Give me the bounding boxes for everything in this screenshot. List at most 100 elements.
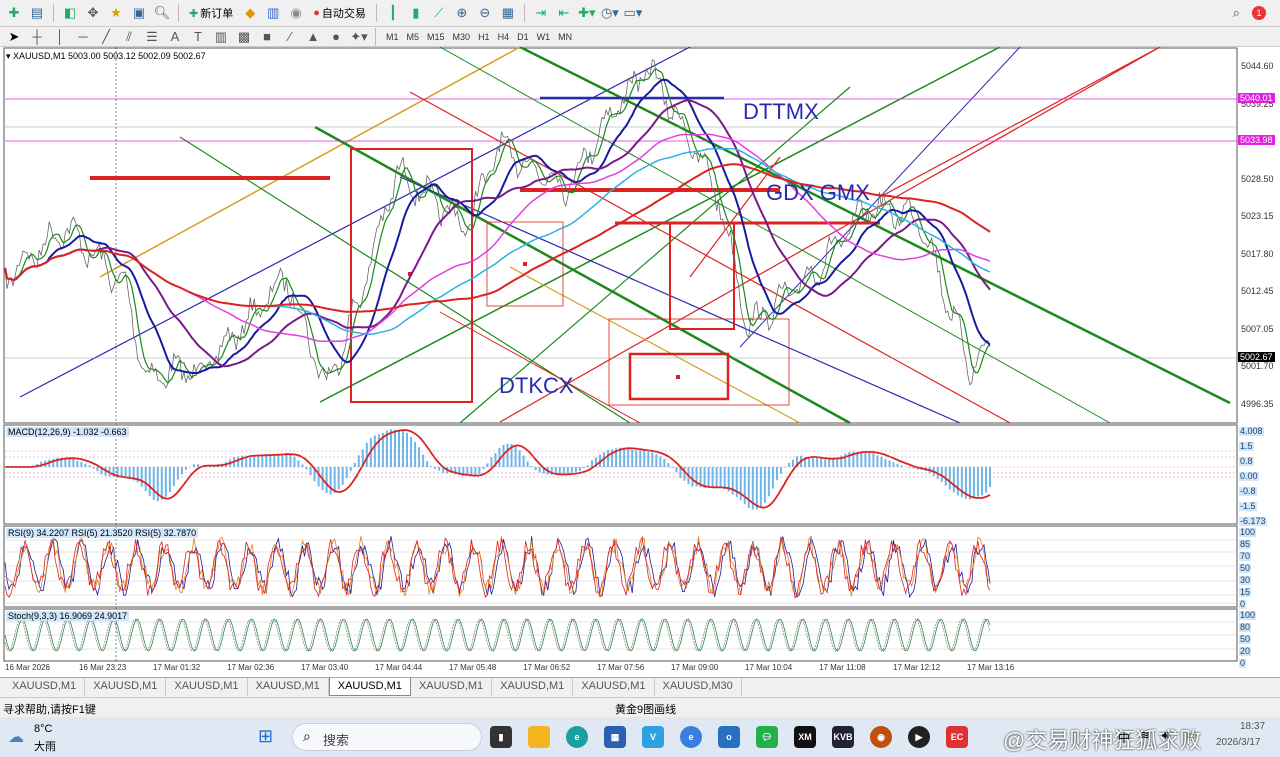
timeframe-m5[interactable]: M5 xyxy=(403,32,424,42)
annotation-dttmx[interactable]: DTTMX xyxy=(743,99,819,125)
tester-icon[interactable]: 🔍︎ xyxy=(152,4,172,22)
timeframe-h4[interactable]: H4 xyxy=(494,32,514,42)
wechat-icon[interactable]: 💬︎ xyxy=(756,726,778,748)
text-label-icon[interactable]: T xyxy=(188,28,208,46)
time-tick: 17 Mar 05:48 xyxy=(449,663,497,672)
triangle-icon[interactable]: ▲ xyxy=(303,28,323,46)
chart-tab[interactable]: XAUUSD,M1 xyxy=(328,678,411,696)
price-tick: 5023.15 xyxy=(1241,211,1274,221)
gann-icon[interactable]: ⁄ xyxy=(280,28,300,46)
chart-tab[interactable]: XAUUSD,M30 xyxy=(655,678,742,696)
rsi-tick: 0 xyxy=(1239,599,1247,609)
candle-chart-icon[interactable]: ▮ xyxy=(406,4,426,22)
chart-tab[interactable]: XAUUSD,M1 xyxy=(248,678,329,696)
ellipse-icon[interactable]: ● xyxy=(326,28,346,46)
vertical-line-icon[interactable]: │ xyxy=(50,28,70,46)
status-profile: 黄金9图画线 xyxy=(615,704,677,716)
timeframe-h1[interactable]: H1 xyxy=(474,32,494,42)
terminal-icon[interactable]: ▣ xyxy=(129,4,149,22)
chart-tab[interactable]: XAUUSD,M1 xyxy=(166,678,248,696)
pane-frame xyxy=(3,424,1238,525)
taskbar-search[interactable]: ⌕ 搜索 xyxy=(292,723,482,751)
app-icon-v[interactable]: V xyxy=(642,726,664,748)
cursor-icon[interactable]: ➤ xyxy=(4,28,24,46)
file-explorer-icon[interactable] xyxy=(528,726,550,748)
trendline-icon[interactable]: ╱ xyxy=(96,28,116,46)
volume-icon[interactable]: 🔊︎ xyxy=(1162,728,1170,743)
edge-icon[interactable]: e xyxy=(566,726,588,748)
rectangle-icon[interactable]: ■ xyxy=(257,28,277,46)
annotation-gdx-gmx[interactable]: GDX GMX xyxy=(766,180,870,206)
line-chart-icon[interactable]: ⟋ xyxy=(429,4,449,22)
new-order-button[interactable]: ✚ 新订单 xyxy=(185,5,237,21)
data-window-icon[interactable]: ✥ xyxy=(83,4,103,22)
chart-tab[interactable]: XAUUSD,M1 xyxy=(573,678,655,696)
timeframe-d1[interactable]: D1 xyxy=(513,32,533,42)
indicators-icon[interactable]: ✚▾ xyxy=(577,4,597,22)
timeframe-mn[interactable]: MN xyxy=(554,32,576,42)
price-label-line2: 5033.98 xyxy=(1238,135,1275,145)
app-icon-terminal[interactable]: ▮ xyxy=(490,726,512,748)
arrows-icon[interactable]: ✦▾ xyxy=(349,28,369,46)
experts-icon[interactable]: ▥ xyxy=(263,4,283,22)
chart-tab[interactable]: XAUUSD,M1 xyxy=(4,678,86,696)
clock-date[interactable]: 2026/3/17 xyxy=(1216,737,1261,748)
market-watch-icon[interactable]: ◧ xyxy=(60,4,80,22)
ime-indicator[interactable]: 中 xyxy=(1118,729,1130,746)
bar-chart-icon[interactable]: ┃ xyxy=(383,4,403,22)
chart-window[interactable]: ▾ XAUUSD,M1 5003.00 5003.12 5002.09 5002… xyxy=(0,47,1280,677)
clock-time[interactable]: 18:37 xyxy=(1240,721,1265,732)
tile-windows-icon[interactable]: ▦ xyxy=(498,4,518,22)
chart-tab[interactable]: XAUUSD,M1 xyxy=(411,678,493,696)
metaeditor-icon[interactable]: ◆ xyxy=(240,4,260,22)
crosshair-icon[interactable]: ┼ xyxy=(27,28,47,46)
weather-temp: 8°C xyxy=(34,723,53,735)
search-icon[interactable]: ⌕ xyxy=(1233,5,1240,21)
chart-tab[interactable]: XAUUSD,M1 xyxy=(85,678,167,696)
timeframe-m1[interactable]: M1 xyxy=(382,32,403,42)
timeframe-m15[interactable]: M15 xyxy=(423,32,449,42)
periods-icon[interactable]: ◷▾ xyxy=(600,4,620,22)
chart-shift-icon[interactable]: ⇤ xyxy=(554,4,574,22)
grid-icon[interactable]: ▥ xyxy=(211,28,231,46)
pattern-icon[interactable]: ▩ xyxy=(234,28,254,46)
navigator-icon[interactable]: ★ xyxy=(106,4,126,22)
profiles-icon[interactable]: ▤ xyxy=(27,4,47,22)
zoom-in-icon[interactable]: ⊕ xyxy=(452,4,472,22)
wifi-icon[interactable]: ≋ xyxy=(1140,728,1150,742)
outlook-icon[interactable]: o xyxy=(718,726,740,748)
app-icon-orange[interactable]: ◉ xyxy=(870,726,892,748)
time-tick: 17 Mar 04:44 xyxy=(375,663,423,672)
time-tick: 16 Mar 23:23 xyxy=(79,663,127,672)
timeframe-w1[interactable]: W1 xyxy=(533,32,555,42)
time-tick: 17 Mar 09:00 xyxy=(671,663,719,672)
new-order-label: 新订单 xyxy=(200,8,234,20)
signals-icon[interactable]: ◉ xyxy=(286,4,306,22)
app-icon-browser[interactable]: e xyxy=(680,726,702,748)
fibonacci-icon[interactable]: ☰ xyxy=(142,28,162,46)
store-icon[interactable]: ▦ xyxy=(604,726,626,748)
templates-icon[interactable]: ▭▾ xyxy=(623,4,643,22)
autoscroll-icon[interactable]: ⇥ xyxy=(531,4,551,22)
timeframe-m30[interactable]: M30 xyxy=(449,32,475,42)
xm-icon[interactable]: XM xyxy=(794,726,816,748)
weather-desc: 大雨 xyxy=(34,741,56,753)
notification-badge-icon[interactable]: 1 xyxy=(1252,6,1266,20)
horizontal-line-icon[interactable]: ─ xyxy=(73,28,93,46)
price-tick: 5044.60 xyxy=(1241,61,1274,71)
battery-icon[interactable]: ▭ xyxy=(1186,728,1197,742)
ec-icon[interactable]: EC xyxy=(946,726,968,748)
price-label-current: 5002.67 xyxy=(1238,352,1275,362)
media-player-icon[interactable]: ▶ xyxy=(908,726,930,748)
chart-header: ▾ XAUUSD,M1 5003.00 5003.12 5002.09 5002… xyxy=(6,51,206,61)
kvb-icon[interactable]: KVB xyxy=(832,726,854,748)
chart-tab[interactable]: XAUUSD,M1 xyxy=(492,678,574,696)
zoom-out-icon[interactable]: ⊖ xyxy=(475,4,495,22)
auto-trade-button[interactable]: ● 自动交易 xyxy=(309,5,370,21)
new-chart-icon[interactable]: ✚ xyxy=(4,4,24,22)
windows-start-icon[interactable]: ⊞ xyxy=(258,726,273,747)
stoch-tick: 50 xyxy=(1239,634,1252,644)
channel-icon[interactable]: ⫽ xyxy=(119,28,139,46)
text-icon[interactable]: A xyxy=(165,28,185,46)
annotation-dtkcx[interactable]: DTKCX xyxy=(499,373,574,399)
